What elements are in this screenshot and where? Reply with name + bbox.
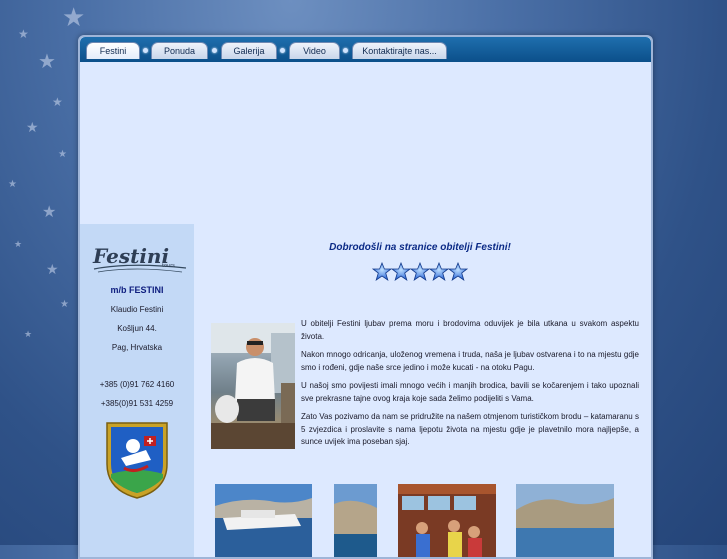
nav-separator-icon (280, 48, 285, 53)
nav-separator-icon (343, 48, 348, 53)
gallery-thumbnail-boat[interactable] (215, 484, 312, 557)
star-icon: ★ (8, 179, 17, 190)
owner-name: Klaudio Festini (110, 305, 164, 314)
rating-star-icon (428, 261, 450, 281)
rating-star-icon (390, 261, 412, 281)
star-icon: ★ (26, 119, 39, 135)
coat-of-arms-emblem (104, 420, 170, 500)
five-star-rating (371, 261, 469, 287)
star-icon: ★ (52, 95, 63, 109)
tab-festini[interactable]: Festini (86, 42, 140, 59)
star-icon: ★ (46, 261, 59, 277)
history-paragraph: Nakon mnogo odricanja, uloženog vremena … (301, 350, 639, 372)
star-icon: ★ (38, 51, 56, 73)
page-frame: Festini Ponuda Galerija Video Kontaktira… (78, 35, 653, 559)
captain-photo (211, 323, 295, 449)
star-icon: ★ (58, 149, 67, 160)
star-icon: ★ (14, 239, 23, 249)
invitation-paragraph: Zato Vas pozivamo da nam se pridružite n… (301, 412, 639, 446)
street-address: Košljun 44. (117, 324, 157, 333)
star-icon: ★ (18, 27, 29, 41)
svg-text:Festini: Festini (92, 244, 169, 268)
gallery-thumbnail-coast[interactable] (516, 484, 614, 557)
intro-paragraph: U obitelji Festini ljubav prema moru i b… (301, 319, 639, 341)
phone-number: +385 (0)91 762 4160 (99, 380, 175, 389)
boat-name: m/b FESTINI (110, 285, 164, 295)
rating-star-icon (409, 261, 431, 281)
nav-separator-icon (143, 48, 148, 53)
gallery-thumbnail-cliffs[interactable] (334, 484, 377, 557)
rating-star-icon (447, 261, 469, 281)
tab-ponuda[interactable]: Ponuda (151, 42, 208, 59)
tab-kontakt[interactable]: Kontaktirajte nas... (352, 42, 447, 59)
star-icon: ★ (62, 2, 86, 32)
nav-separator-icon (212, 48, 217, 53)
rating-star-icon (371, 261, 393, 281)
star-icon: ★ (60, 299, 69, 310)
city-address: Pag, Hrvatska (111, 343, 163, 352)
phone-number: +385(0)91 531 4259 (100, 399, 174, 408)
gallery-thumbnail-passengers[interactable] (398, 484, 496, 557)
trawling-paragraph: U našoj smo povijesti imali mnogo većih … (301, 381, 639, 403)
tab-video[interactable]: Video (289, 42, 340, 59)
main-navigation: Festini Ponuda Galerija Video Kontaktira… (80, 37, 651, 62)
sidebar: Festini tours m/b FESTINI Klaudio Festin… (80, 224, 194, 557)
star-icon: ★ (24, 329, 33, 339)
welcome-heading: Dobrodošli na stranice obitelji Festini! (329, 242, 511, 253)
tab-galerija[interactable]: Galerija (221, 42, 277, 59)
star-icon: ★ (42, 204, 57, 221)
festini-logo: Festini tours (90, 242, 190, 278)
svg-text:tours: tours (162, 263, 175, 269)
